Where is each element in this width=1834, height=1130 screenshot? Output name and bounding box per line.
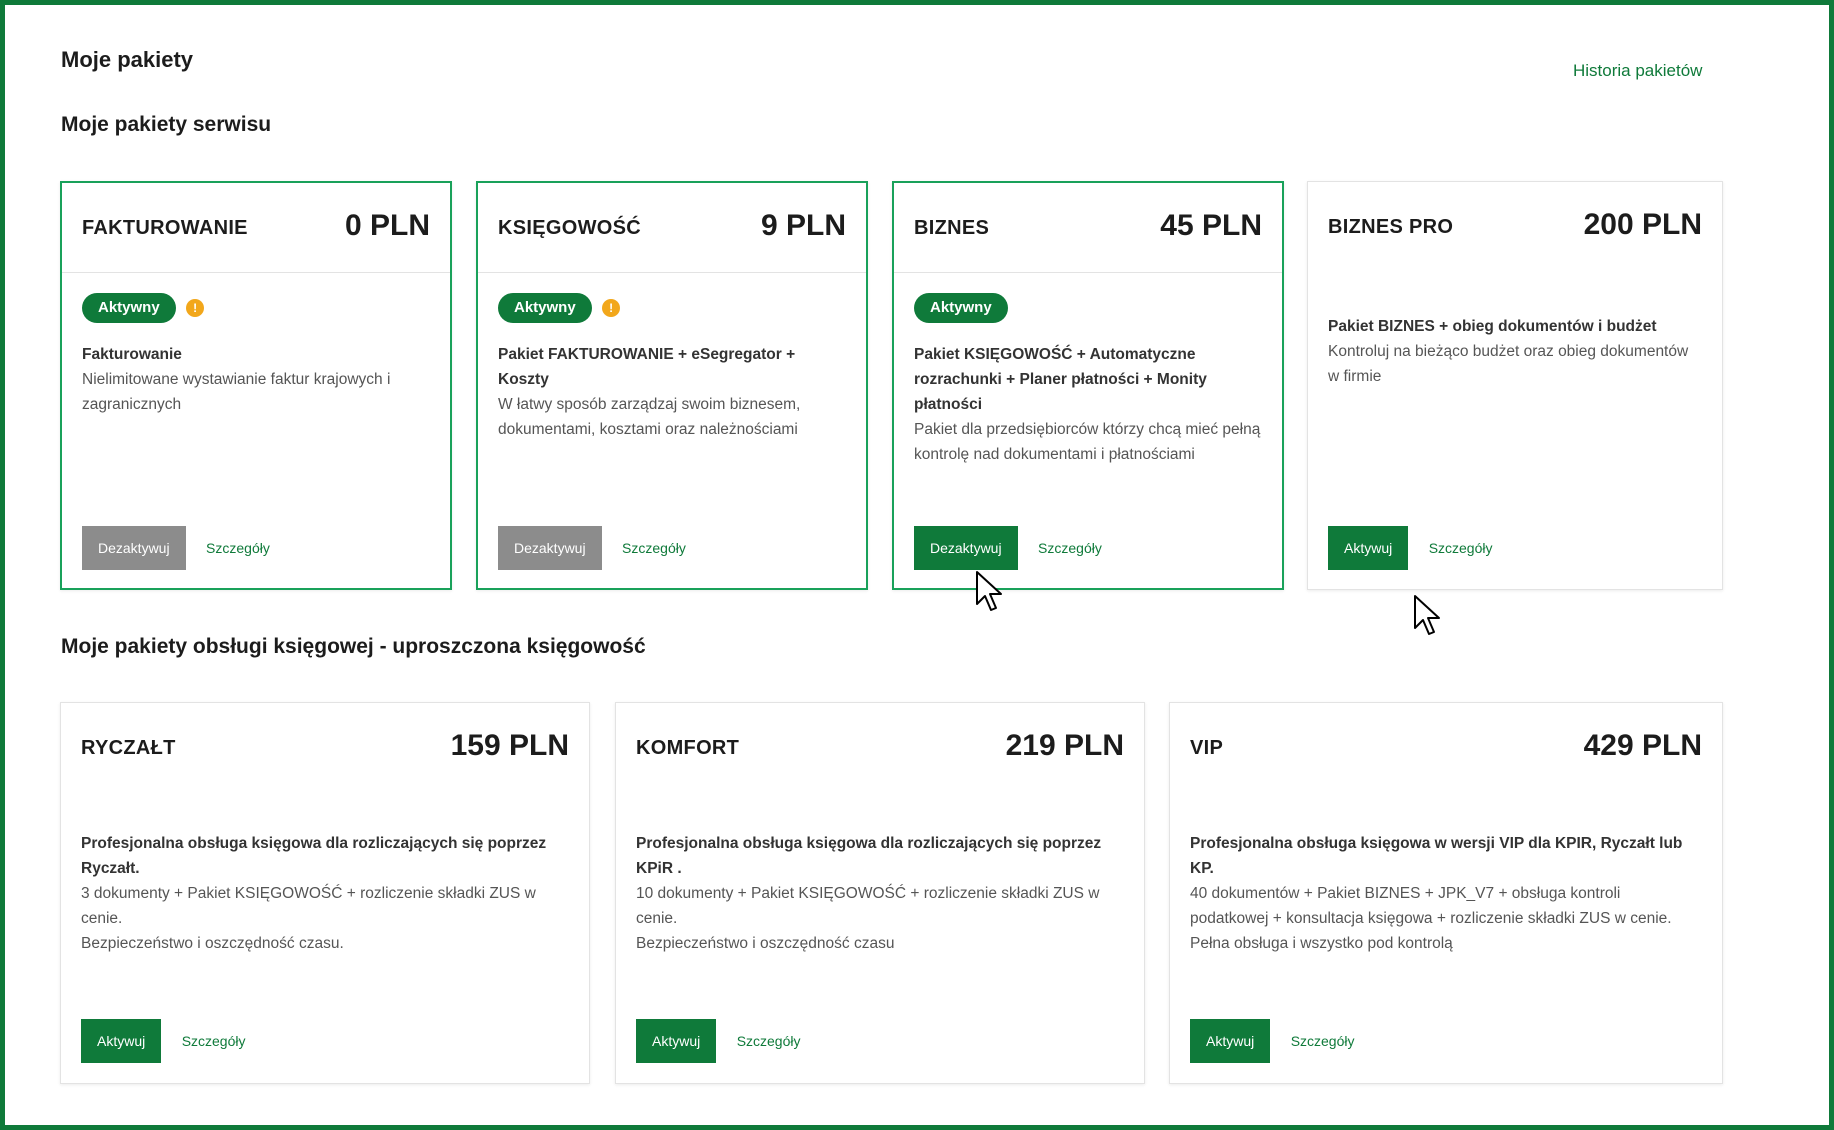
package-desc: 40 dokumentów + Pakiet BIZNES + JPK_V7 +… [1190, 885, 1672, 927]
card-actions: Aktywuj Szczegóły [1190, 1019, 1355, 1063]
package-card-ksiegowosc: KSIĘGOWOŚĆ 9 PLN Aktywny ! Pakiet FAKTUR… [476, 181, 868, 590]
package-desc-extra: Bezpieczeństwo i oszczędność czasu [636, 935, 895, 952]
package-name: KSIĘGOWOŚĆ [498, 217, 642, 239]
package-lead: Profesjonalna obsługa księgowa w wersji … [1190, 835, 1683, 877]
section-title-service: Moje pakiety serwisu [61, 113, 272, 136]
card-header: KOMFORT 219 PLN [636, 729, 1124, 769]
details-link[interactable]: Szczegóły [206, 540, 270, 556]
package-lead: Pakiet BIZNES + obieg dokumentów i budże… [1328, 318, 1657, 335]
package-name: VIP [1190, 737, 1224, 759]
card-divider [478, 272, 866, 273]
activate-button[interactable]: Aktywuj [81, 1019, 162, 1063]
mouse-pointer-icon [976, 571, 1002, 611]
deactivate-button[interactable]: Dezaktywuj [914, 526, 1018, 570]
package-card-biznes-pro: BIZNES PRO 200 PLN Pakiet BIZNES + obieg… [1307, 181, 1723, 590]
status-badge: Aktywny [82, 293, 176, 323]
package-name: FAKTUROWANIE [82, 217, 248, 239]
card-divider [894, 272, 1282, 273]
package-card-komfort: KOMFORT 219 PLN Profesjonalna obsługa ks… [615, 702, 1145, 1084]
package-lead: Pakiet KSIĘGOWOŚĆ + Automatyczne rozrach… [914, 346, 1207, 413]
package-card-fakturowanie: FAKTUROWANIE 0 PLN Aktywny ! Fakturowani… [60, 181, 452, 590]
package-desc: Pakiet dla przedsiębiorców którzy chcą m… [914, 421, 1261, 463]
app-frame: Moje pakiety Historia pakietów Moje paki… [0, 0, 1834, 1130]
details-link[interactable]: Szczegóły [182, 1033, 246, 1049]
package-price: 429 PLN [1583, 729, 1702, 762]
package-name: BIZNES PRO [1328, 216, 1454, 238]
package-name: BIZNES [914, 217, 990, 239]
package-desc-extra: Pełna obsługa i wszystko pod kontrolą [1190, 935, 1453, 952]
section-title-accounting: Moje pakiety obsługi księgowej - uproszc… [61, 635, 646, 658]
package-description: Fakturowanie Nielimitowane wystawianie f… [82, 342, 430, 417]
package-lead: Pakiet FAKTUROWANIE + eSegregator + Kosz… [498, 346, 796, 388]
info-icon[interactable]: ! [602, 299, 621, 317]
details-link[interactable]: Szczegóły [1429, 540, 1493, 556]
package-desc: 10 dokumenty + Pakiet KSIĘGOWOŚĆ + rozli… [636, 885, 1100, 927]
package-price: 200 PLN [1583, 208, 1702, 241]
package-description: Pakiet KSIĘGOWOŚĆ + Automatyczne rozrach… [914, 342, 1262, 467]
info-icon[interactable]: ! [186, 299, 205, 317]
card-actions: Aktywuj Szczegóły [636, 1019, 801, 1063]
card-header: BIZNES PRO 200 PLN [1328, 208, 1702, 248]
package-desc: W łatwy sposób zarządzaj swoim biznesem,… [498, 396, 801, 438]
card-divider [62, 272, 450, 273]
card-actions: Aktywuj Szczegóły [81, 1019, 246, 1063]
package-price: 9 PLN [760, 209, 846, 242]
package-description: Pakiet FAKTUROWANIE + eSegregator + Kosz… [498, 342, 846, 442]
package-lead: Profesjonalna obsługa księgowa dla rozli… [81, 835, 547, 877]
deactivate-button[interactable]: Dezaktywuj [498, 526, 602, 570]
package-card-ryczalt: RYCZAŁT 159 PLN Profesjonalna obsługa ks… [60, 702, 590, 1084]
package-price: 45 PLN [1160, 209, 1262, 242]
package-price: 0 PLN [344, 209, 430, 242]
card-header: RYCZAŁT 159 PLN [81, 729, 569, 769]
card-actions: Dezaktywuj Szczegóły [914, 526, 1102, 570]
package-name: RYCZAŁT [81, 737, 176, 759]
package-desc-extra: Bezpieczeństwo i oszczędność czasu. [81, 935, 344, 952]
card-actions: Dezaktywuj Szczegóły [498, 526, 686, 570]
package-desc: Kontroluj na bieżąco budżet oraz obieg d… [1328, 343, 1689, 385]
status-row: Aktywny ! [498, 293, 621, 323]
card-header: VIP 429 PLN [1190, 729, 1702, 769]
status-row: Aktywny ! [82, 293, 205, 323]
package-name: KOMFORT [636, 737, 740, 759]
card-header: FAKTUROWANIE 0 PLN [82, 209, 430, 249]
page-title: Moje pakiety [61, 47, 194, 72]
card-actions: Dezaktywuj Szczegóły [82, 526, 270, 570]
details-link[interactable]: Szczegóły [622, 540, 686, 556]
package-description: Profesjonalna obsługa księgowa dla rozli… [636, 831, 1124, 956]
status-badge: Aktywny [498, 293, 592, 323]
status-badge: Aktywny [914, 293, 1008, 323]
package-lead: Fakturowanie [82, 346, 182, 363]
status-row: Aktywny [914, 293, 1008, 323]
card-header: BIZNES 45 PLN [914, 209, 1262, 249]
card-actions: Aktywuj Szczegóły [1328, 526, 1493, 570]
card-header: KSIĘGOWOŚĆ 9 PLN [498, 209, 846, 249]
details-link[interactable]: Szczegóły [737, 1033, 801, 1049]
details-link[interactable]: Szczegóły [1291, 1033, 1355, 1049]
package-desc: Nielimitowane wystawianie faktur krajowy… [82, 371, 391, 413]
activate-button[interactable]: Aktywuj [636, 1019, 717, 1063]
mouse-pointer-icon [1414, 595, 1440, 635]
package-description: Profesjonalna obsługa księgowa dla rozli… [81, 831, 569, 956]
package-description: Profesjonalna obsługa księgowa w wersji … [1190, 831, 1702, 956]
details-link[interactable]: Szczegóły [1038, 540, 1102, 556]
package-card-biznes: BIZNES 45 PLN Aktywny Pakiet KSIĘGOWOŚĆ … [892, 181, 1284, 590]
package-lead: Profesjonalna obsługa księgowa dla rozli… [636, 835, 1102, 877]
package-price: 219 PLN [1005, 729, 1124, 762]
package-desc: 3 dokumenty + Pakiet KSIĘGOWOŚĆ + rozlic… [81, 885, 536, 927]
activate-button[interactable]: Aktywuj [1328, 526, 1409, 570]
deactivate-button[interactable]: Dezaktywuj [82, 526, 186, 570]
activate-button[interactable]: Aktywuj [1190, 1019, 1271, 1063]
package-card-vip: VIP 429 PLN Profesjonalna obsługa księgo… [1169, 702, 1723, 1084]
history-link[interactable]: Historia pakietów [1573, 61, 1702, 81]
package-price: 159 PLN [450, 729, 569, 762]
package-description: Pakiet BIZNES + obieg dokumentów i budże… [1328, 314, 1702, 389]
